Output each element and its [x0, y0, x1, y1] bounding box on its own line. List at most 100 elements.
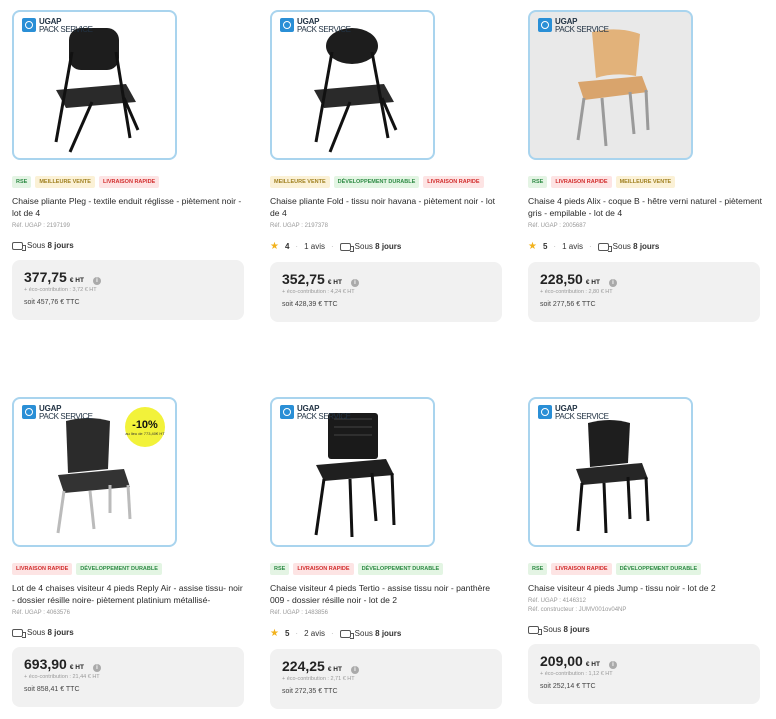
product-meta: Sous 8 jours — [12, 241, 252, 251]
product-image[interactable]: UGAP PACK SERVICE — [270, 397, 435, 547]
product-meta: ★ 5 · 2 avis · Sous 8 jours — [270, 628, 402, 639]
info-icon[interactable]: i — [608, 661, 617, 669]
price-ht: 224,25 — [282, 658, 325, 674]
price-ht: 693,90 — [24, 656, 67, 672]
truck-icon — [339, 242, 354, 252]
info-icon[interactable]: i — [350, 279, 359, 287]
price-box: 209,00 € HT i + éco-contribution : 1,12 … — [528, 644, 760, 704]
info-icon[interactable]: i — [92, 664, 101, 672]
review-count[interactable]: 1 avis — [562, 242, 583, 251]
review-count[interactable]: 1 avis — [304, 242, 325, 251]
product-meta: ★ 4 · 1 avis · Sous 8 jours — [270, 241, 402, 252]
badge-fast-delivery: LIVRAISON RAPIDE — [551, 563, 612, 575]
badge-fast-delivery: LIVRAISON RAPIDE — [293, 563, 354, 575]
product-card[interactable]: UGAP PACK SERVICE -10% au lieu de 773,40€… — [12, 397, 252, 707]
product-title[interactable]: Chaise pliante Fold - tissu noir havana … — [270, 195, 505, 219]
info-icon[interactable]: i — [92, 277, 101, 285]
price-box: 693,90 € HT i + éco-contribution : 21,44… — [12, 647, 244, 707]
badge-fast-delivery: LIVRAISON RAPIDE — [98, 176, 160, 188]
product-ref: Réf. UGAP : 4146312 — [528, 598, 586, 604]
product-ref: Réf. UGAP : 2197199 — [12, 223, 70, 229]
product-card[interactable]: UGAP PACK SERVICE RSE LIVRAISON RAPIDE ME… — [528, 10, 768, 322]
product-title[interactable]: Chaise pliante Pleg - textile enduit rég… — [12, 195, 247, 219]
badge-best-seller: MEILLEURE VENTE — [35, 176, 95, 188]
eco-contribution: + éco-contribution : 21,44 € HT — [24, 674, 100, 680]
visitor-chair-image — [576, 420, 650, 534]
eco-contribution: + éco-contribution : 4,24 € HT — [282, 289, 355, 295]
badge-sustainable: DÉVELOPPEMENT DURABLE — [615, 563, 702, 575]
badge-rse: RSE — [270, 563, 290, 575]
info-icon[interactable]: i — [608, 279, 617, 287]
eco-contribution: + éco-contribution : 2,80 € HT — [540, 289, 613, 295]
badge-best-seller: MEILLEURE VENTE — [270, 176, 330, 188]
price-ht: 209,00 — [540, 653, 583, 669]
delivery-info: Sous 8 jours — [12, 241, 74, 251]
badge-best-seller: MEILLEURE VENTE — [615, 176, 676, 188]
product-title[interactable]: Chaise visiteur 4 pieds Tertio - assise … — [270, 582, 505, 606]
price-ttc: soit 428,39 € TTC — [282, 301, 338, 308]
badge-sustainable: DÉVELOPPEMENT DURABLE — [357, 563, 444, 575]
wood-chair-image — [576, 29, 650, 147]
badge-list: RSE LIVRAISON RAPIDE MEILLEURE VENTE — [528, 176, 768, 188]
product-card[interactable]: UGAP PACK SERVICE RSE LIVRAISON RAPIDE DÉ… — [270, 397, 510, 709]
truck-icon — [12, 241, 26, 251]
promo-badge: -10% au lieu de 773,40€ HT — [125, 407, 165, 447]
price-box: 224,25 € HT i + éco-contribution : 2,71 … — [270, 649, 502, 709]
price-ht: 377,75 — [24, 269, 67, 285]
product-title[interactable]: Chaise 4 pieds Alix - coque B - hêtre ve… — [528, 195, 763, 219]
ugap-logo: UGAP PACK SERVICE — [22, 405, 93, 421]
badge-rse: RSE — [528, 563, 548, 575]
ugap-logo: UGAP PACK SERVICE — [538, 18, 609, 34]
rating-value: 5 — [542, 242, 548, 251]
review-count[interactable]: 2 avis — [304, 629, 325, 638]
mesh-chair-image — [314, 413, 396, 538]
badge-rse: RSE — [12, 176, 32, 188]
product-ref: Réf. UGAP : 2005687 — [528, 223, 586, 229]
badge-fast-delivery: LIVRAISON RAPIDE — [551, 176, 612, 188]
product-ref: Réf. UGAP : 1483856 — [270, 610, 328, 616]
product-image[interactable]: UGAP PACK SERVICE -10% au lieu de 773,40€… — [12, 397, 177, 547]
product-ref: Réf. UGAP : 2197378 — [270, 223, 328, 229]
badge-fast-delivery: LIVRAISON RAPIDE — [423, 176, 484, 188]
badge-sustainable: DÉVELOPPEMENT DURABLE — [333, 176, 420, 188]
product-title[interactable]: Chaise visiteur 4 pieds Jump - tissu noi… — [528, 582, 763, 594]
price-ht: 352,75 — [282, 271, 325, 287]
product-image[interactable]: UGAP PACK SERVICE — [528, 10, 693, 160]
badge-list: MEILLEURE VENTE DÉVELOPPEMENT DURABLE LI… — [270, 176, 510, 188]
truck-icon — [339, 629, 354, 639]
price-box: 228,50 € HT i + éco-contribution : 2,80 … — [528, 262, 760, 322]
product-meta: Sous 8 jours — [12, 628, 252, 638]
product-ref: Réf. UGAP : 4063576 — [12, 610, 70, 616]
delivery-info: Sous 8 jours — [12, 628, 74, 638]
product-title[interactable]: Lot de 4 chaises visiteur 4 pieds Reply … — [12, 582, 247, 606]
badge-list: LIVRAISON RAPIDE DÉVELOPPEMENT DURABLE — [12, 563, 252, 575]
ugap-logo: UGAP PACK SERVICE — [280, 405, 351, 421]
product-image[interactable]: UGAP PACK SERVICE — [270, 10, 435, 160]
product-image[interactable]: UGAP PACK SERVICE — [12, 10, 177, 160]
star-icon: ★ — [270, 628, 279, 639]
product-image[interactable]: UGAP PACK SERVICE — [528, 397, 693, 547]
ugap-logo: UGAP PACK SERVICE — [538, 405, 609, 421]
badge-fast-delivery: LIVRAISON RAPIDE — [12, 563, 73, 575]
info-icon[interactable]: i — [350, 666, 359, 674]
price-ttc: soit 252,14 € TTC — [540, 683, 596, 690]
delivery-info: Sous 8 jours — [597, 242, 659, 252]
truck-icon — [12, 628, 26, 638]
price-ttc: soit 272,35 € TTC — [282, 688, 338, 695]
truck-icon — [528, 625, 542, 635]
delivery-info: Sous 8 jours — [528, 625, 590, 635]
star-icon: ★ — [528, 241, 537, 252]
folding-chair-image — [314, 28, 398, 153]
product-meta: ★ 5 · 1 avis · Sous 8 jours — [528, 241, 660, 252]
truck-icon — [597, 242, 612, 252]
price-ttc: soit 457,76 € TTC — [24, 299, 80, 306]
delivery-info: Sous 8 jours — [339, 629, 401, 639]
product-card[interactable]: UGAP PACK SERVICE MEILLEURE VENTE DÉVELOP… — [270, 10, 510, 322]
manufacturer-ref: Réf. constructeur : JUMV001ov04NP — [528, 607, 627, 613]
eco-contribution: + éco-contribution : 2,71 € HT — [282, 676, 355, 682]
product-card[interactable]: UGAP PACK SERVICE RSE MEILLEURE VENTE LIV… — [12, 10, 252, 320]
badge-list: RSE LIVRAISON RAPIDE DÉVELOPPEMENT DURAB… — [528, 563, 768, 575]
ugap-logo: UGAP PACK SERVICE — [22, 18, 93, 34]
price-box: 352,75 € HT i + éco-contribution : 4,24 … — [270, 262, 502, 322]
product-card[interactable]: UGAP PACK SERVICE RSE LIVRAISON RAPIDE DÉ… — [528, 397, 768, 704]
